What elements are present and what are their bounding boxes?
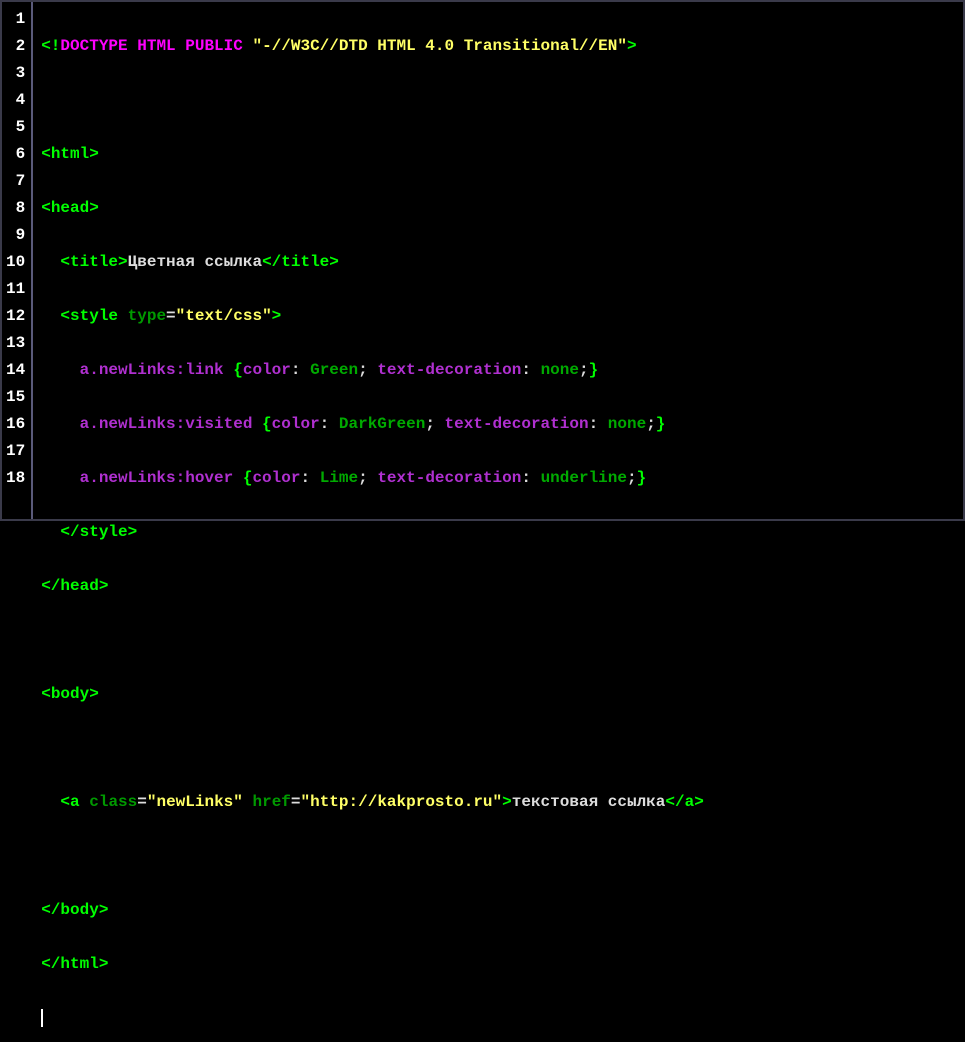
code-line: <a class="newLinks" href="http://kakpros… bbox=[41, 789, 955, 816]
code-line bbox=[41, 627, 955, 654]
line-number: 18 bbox=[6, 465, 25, 492]
code-line: a.newLinks:link {color: Green; text-deco… bbox=[41, 357, 955, 384]
line-number: 3 bbox=[6, 60, 25, 87]
code-line: </head> bbox=[41, 573, 955, 600]
line-number: 9 bbox=[6, 222, 25, 249]
code-line: a.newLinks:hover {color: Lime; text-deco… bbox=[41, 465, 955, 492]
code-line: <head> bbox=[41, 195, 955, 222]
line-number: 11 bbox=[6, 276, 25, 303]
cursor-icon bbox=[41, 1009, 43, 1027]
code-line bbox=[41, 1005, 955, 1032]
line-number: 6 bbox=[6, 141, 25, 168]
code-line: </body> bbox=[41, 897, 955, 924]
code-area[interactable]: <!DOCTYPE HTML PUBLIC "-//W3C//DTD HTML … bbox=[33, 2, 963, 519]
line-number: 15 bbox=[6, 384, 25, 411]
code-line: <body> bbox=[41, 681, 955, 708]
line-number: 10 bbox=[6, 249, 25, 276]
code-line: <style type="text/css"> bbox=[41, 303, 955, 330]
code-line: <!DOCTYPE HTML PUBLIC "-//W3C//DTD HTML … bbox=[41, 33, 955, 60]
code-line bbox=[41, 735, 955, 762]
line-number: 13 bbox=[6, 330, 25, 357]
line-number: 1 bbox=[6, 6, 25, 33]
code-line: </html> bbox=[41, 951, 955, 978]
code-line bbox=[41, 843, 955, 870]
code-line: </style> bbox=[41, 519, 955, 546]
line-number: 2 bbox=[6, 33, 25, 60]
line-number-gutter: 1 2 3 4 5 6 7 8 9 10 11 12 13 14 15 16 1… bbox=[2, 2, 33, 519]
code-line: <title>Цветная ссылка</title> bbox=[41, 249, 955, 276]
line-number: 4 bbox=[6, 87, 25, 114]
code-line: <html> bbox=[41, 141, 955, 168]
line-number: 8 bbox=[6, 195, 25, 222]
line-number: 14 bbox=[6, 357, 25, 384]
line-number: 17 bbox=[6, 438, 25, 465]
line-number: 12 bbox=[6, 303, 25, 330]
line-number: 7 bbox=[6, 168, 25, 195]
line-number: 5 bbox=[6, 114, 25, 141]
code-line: a.newLinks:visited {color: DarkGreen; te… bbox=[41, 411, 955, 438]
code-editor: 1 2 3 4 5 6 7 8 9 10 11 12 13 14 15 16 1… bbox=[2, 2, 963, 519]
code-line bbox=[41, 87, 955, 114]
line-number: 16 bbox=[6, 411, 25, 438]
